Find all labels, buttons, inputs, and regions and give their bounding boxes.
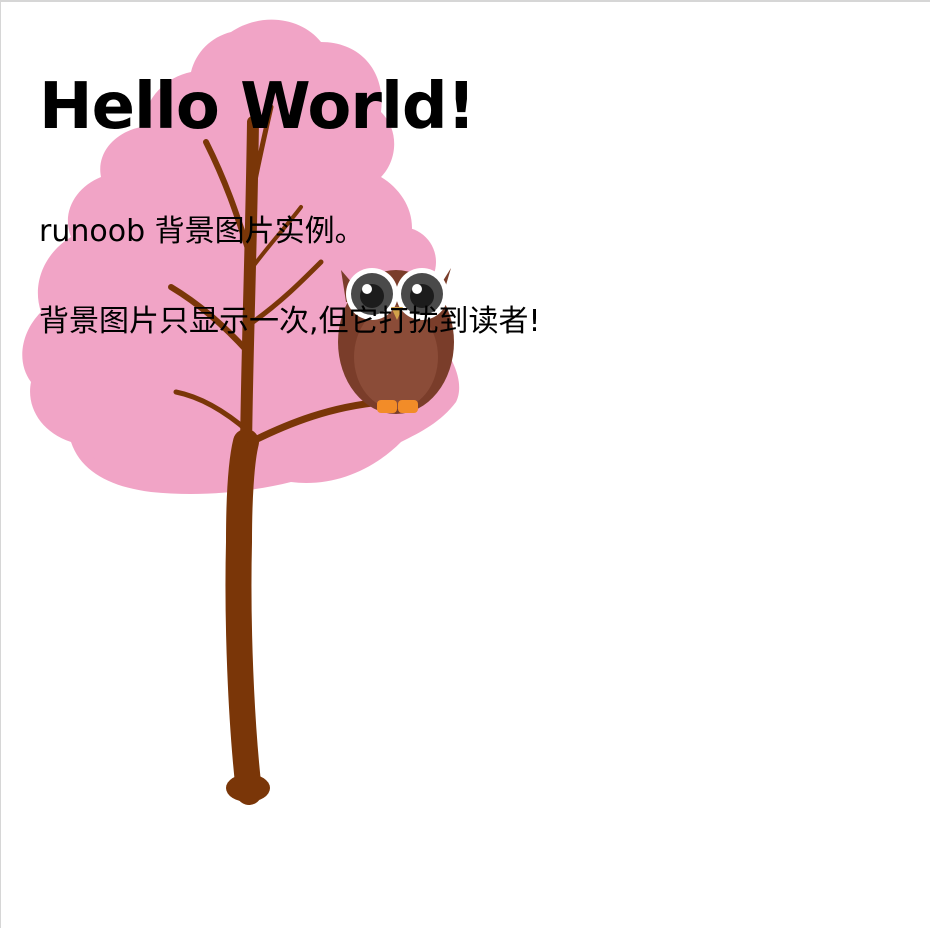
page-heading: Hello World! — [39, 70, 476, 144]
intro-paragraph: runoob 背景图片实例。 — [39, 214, 365, 249]
note-paragraph: 背景图片只显示一次,但它打扰到读者! — [39, 304, 541, 339]
tree-trunk-base — [226, 774, 270, 802]
